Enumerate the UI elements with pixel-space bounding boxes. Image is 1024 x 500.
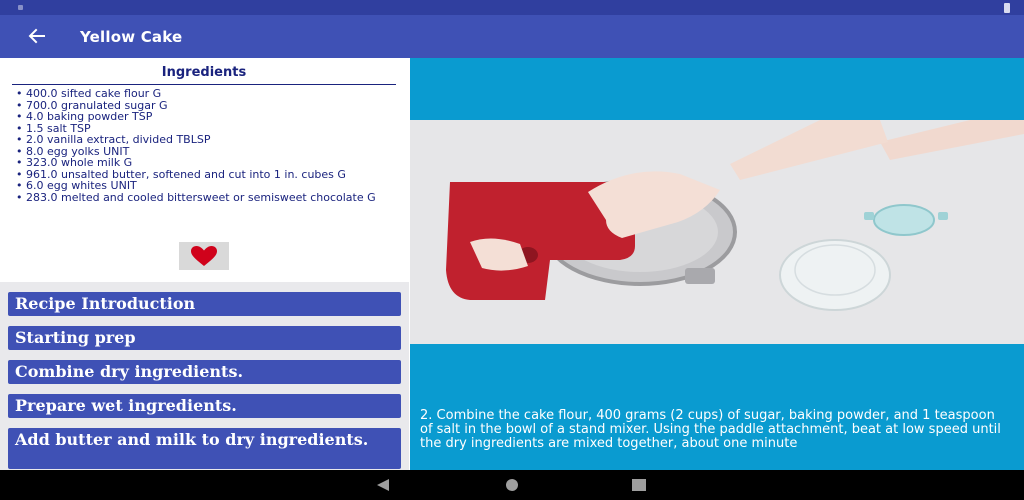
- ingredient-item: • 323.0 whole milk G: [16, 156, 133, 169]
- step-recipe-introduction[interactable]: Recipe Introduction: [8, 292, 401, 316]
- heart-icon: [191, 246, 217, 266]
- video-frame-image: [410, 120, 1024, 344]
- favorite-button[interactable]: [179, 242, 229, 270]
- step-caption: 2. Combine the cake flour, 400 grams (2 …: [420, 408, 1001, 451]
- heading-divider: [12, 84, 396, 85]
- step-video[interactable]: [410, 120, 1024, 344]
- nav-recents-icon[interactable]: [632, 479, 646, 491]
- system-navigation-bar: [0, 470, 1024, 500]
- ingredient-item: • 2.0 vanilla extract, divided TBLSP: [16, 133, 211, 146]
- nav-back-icon[interactable]: [375, 478, 391, 492]
- battery-icon: [1004, 3, 1010, 13]
- page-title: Yellow Cake: [80, 28, 183, 46]
- ingredients-heading: Ingredients: [161, 65, 247, 80]
- step-prepare-wet-ingredients[interactable]: Prepare wet ingredients.: [8, 394, 401, 418]
- step-add-butter-and-milk[interactable]: Add butter and milk to dry ingredients.: [8, 428, 401, 469]
- ingredient-item: • 283.0 melted and cooled bittersweet or…: [16, 190, 376, 204]
- back-arrow-icon[interactable]: [22, 21, 54, 51]
- left-panel: Ingredients • 400.0 sifted cake flour G …: [0, 58, 409, 470]
- ingredient-item: • 6.0 egg whites UNIT: [16, 179, 137, 192]
- ingredient-item: • 400.0 sifted cake flour G: [16, 87, 162, 100]
- status-bar: [0, 0, 1024, 15]
- ingredients-list: • 400.0 sifted cake flour G • 700.0 gran…: [16, 88, 398, 203]
- step-detail-panel: 2. Combine the cake flour, 400 grams (2 …: [410, 58, 1024, 470]
- nav-home-icon[interactable]: [506, 479, 518, 491]
- ingredients-card: Ingredients • 400.0 sifted cake flour G …: [0, 58, 409, 282]
- notification-icon: [18, 5, 23, 10]
- step-combine-dry-ingredients[interactable]: Combine dry ingredients.: [8, 360, 401, 384]
- step-starting-prep[interactable]: Starting prep: [8, 326, 401, 350]
- app-bar: Yellow Cake: [0, 15, 1024, 58]
- ingredient-item: • 4.0 baking powder TSP: [16, 110, 153, 123]
